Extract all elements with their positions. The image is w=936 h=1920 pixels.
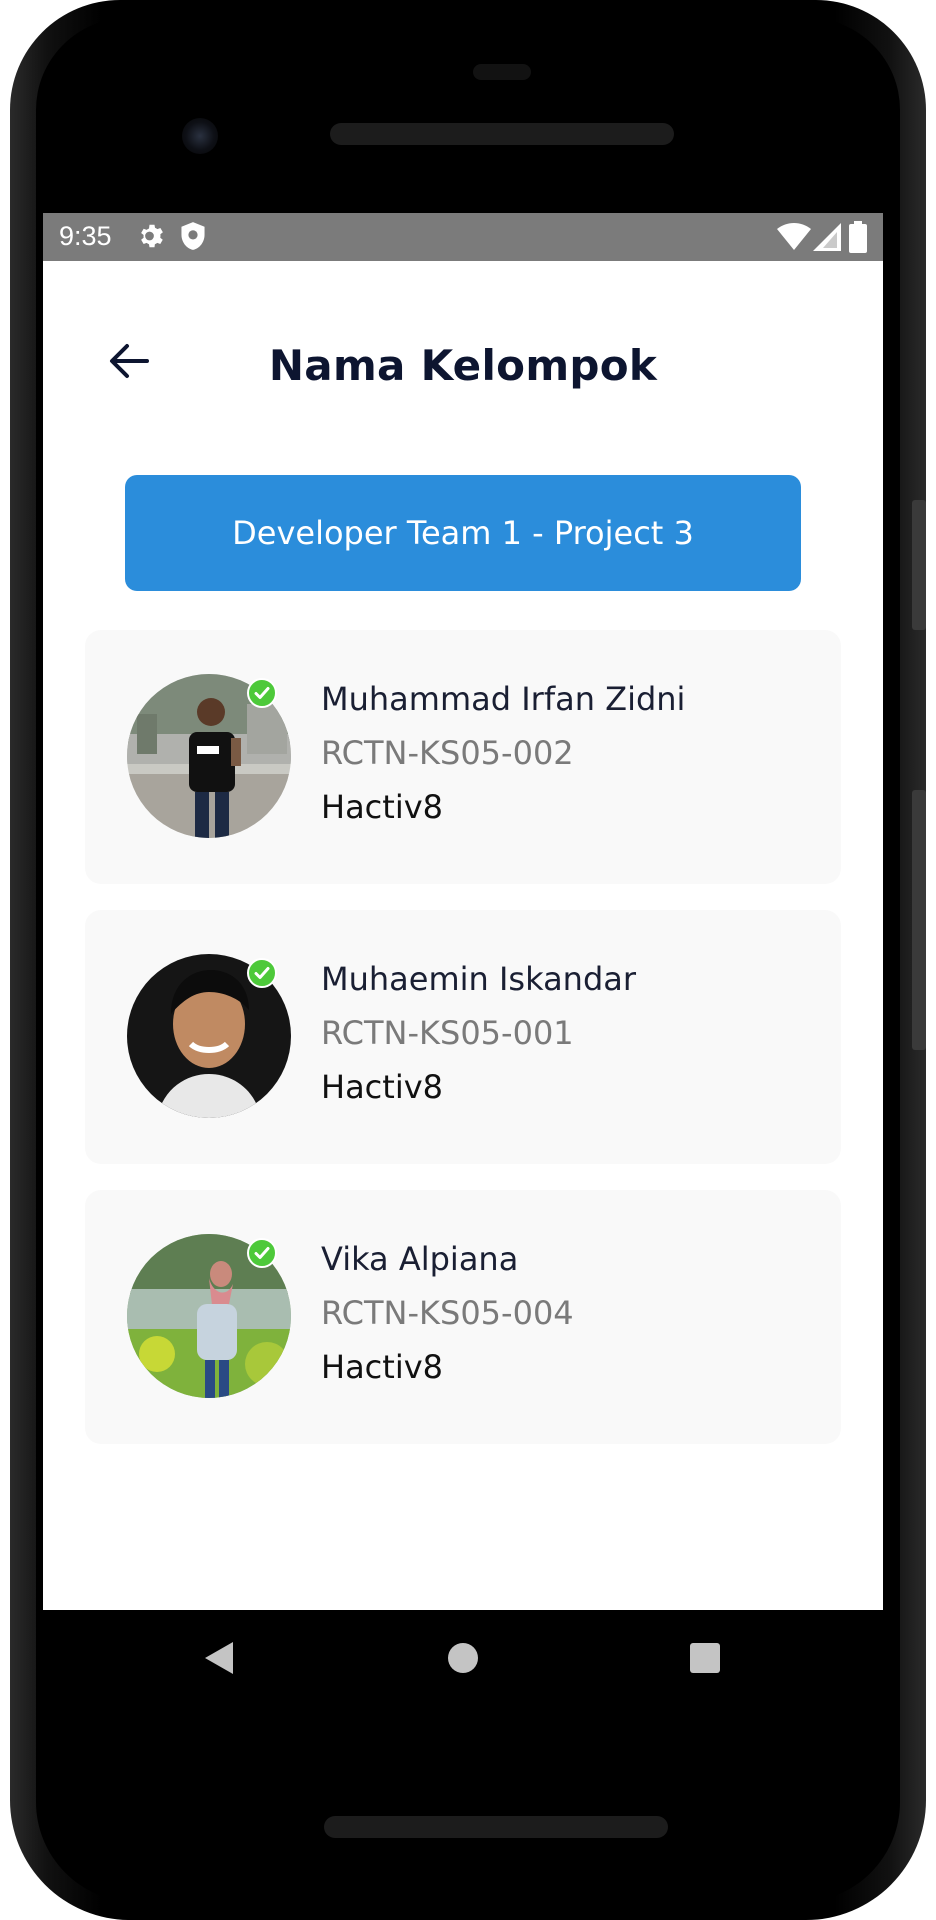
gear-icon (137, 221, 167, 256)
member-org: Hactiv8 (321, 1068, 443, 1106)
shield-icon (179, 221, 207, 256)
member-card[interactable]: Muhaemin Iskandar RCTN-KS05-001 Hactiv8 (85, 910, 841, 1164)
page-title: Nama Kelompok (268, 341, 658, 390)
back-triangle-icon[interactable] (203, 1640, 235, 1680)
battery-icon (849, 221, 867, 258)
member-id: RCTN-KS05-001 (321, 1014, 574, 1052)
member-id: RCTN-KS05-004 (321, 1294, 574, 1332)
recents-square-icon[interactable] (689, 1640, 721, 1680)
verified-badge-icon (247, 1238, 277, 1268)
app-header: Nama Kelompok (43, 261, 883, 441)
front-camera (182, 118, 218, 154)
volume-button (912, 790, 926, 1050)
signal-icon (813, 223, 841, 256)
member-org: Hactiv8 (321, 788, 443, 826)
member-card[interactable]: Muhammad Irfan Zidni RCTN-KS05-002 Hacti… (85, 630, 841, 884)
bottom-speaker (324, 1816, 668, 1838)
power-button (912, 500, 926, 630)
team-name-button[interactable]: Developer Team 1 - Project 3 (125, 475, 801, 591)
member-card[interactable]: Vika Alpiana RCTN-KS05-004 Hactiv8 (85, 1190, 841, 1444)
proximity-sensor (473, 64, 531, 80)
verified-badge-icon (247, 958, 277, 988)
earpiece-speaker (330, 123, 674, 145)
status-time: 9:35 (59, 221, 112, 251)
member-name: Vika Alpiana (321, 1240, 519, 1278)
wifi-icon (777, 223, 811, 256)
member-name: Muhammad Irfan Zidni (321, 680, 686, 718)
member-id: RCTN-KS05-002 (321, 734, 574, 772)
member-name: Muhaemin Iskandar (321, 960, 637, 998)
home-circle-icon[interactable] (447, 1640, 479, 1680)
member-org: Hactiv8 (321, 1348, 443, 1386)
verified-badge-icon (247, 678, 277, 708)
app-screen: 9:35 Nama Kelompok Developer Team 1 - Pr… (43, 213, 883, 1610)
status-bar: 9:35 (43, 213, 883, 261)
system-nav-bar (43, 1610, 883, 1706)
